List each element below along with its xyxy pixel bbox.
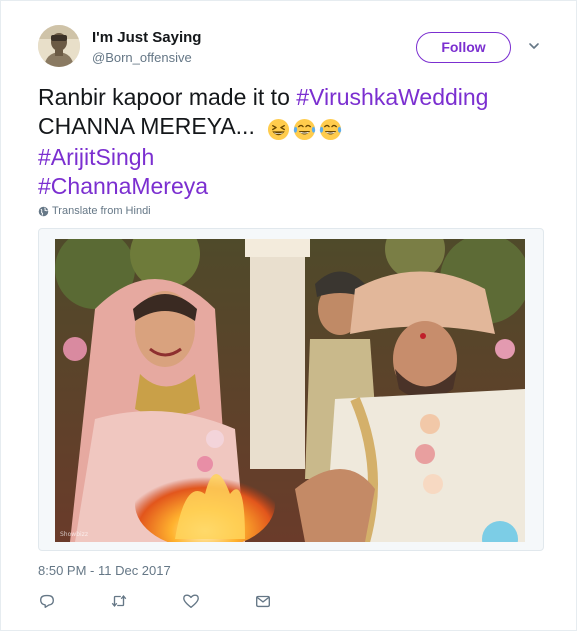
heart-icon: [183, 594, 199, 608]
avatar-image: [38, 25, 80, 67]
tweet-line-4: #ChannaMereya: [38, 172, 558, 201]
translate-label: Translate from Hindi: [52, 205, 151, 217]
message-icon: [256, 595, 270, 608]
hashtag-link-channamereya[interactable]: #ChannaMereya: [38, 173, 208, 199]
translate-link[interactable]: Translate from Hindi: [38, 205, 151, 217]
tweet-text: Ranbir kapoor made it to #VirushkaWeddin…: [38, 83, 558, 201]
media-card[interactable]: Showbizz: [38, 228, 544, 551]
user-handle[interactable]: @Born_offensive: [92, 50, 192, 65]
tweet-line-2: CHANNA MEREYA...: [38, 112, 558, 143]
like-button[interactable]: [182, 592, 202, 612]
direct-message-button[interactable]: [254, 592, 274, 612]
face-with-tears-of-joy-emoji: [294, 119, 316, 141]
wedding-photo-image: [55, 239, 525, 542]
grinning-squinting-face-emoji: [268, 119, 290, 141]
photo-watermark: Showbizz: [60, 531, 88, 538]
tweet-card: I'm Just Saying @Born_offensive Follow R…: [0, 0, 577, 631]
tweet-timestamp[interactable]: 8:50 PM - 11 Dec 2017: [38, 563, 171, 578]
chevron-down-icon[interactable]: [527, 39, 541, 53]
tweet-text-part: Ranbir kapoor made it to: [38, 84, 297, 110]
reply-button[interactable]: [38, 592, 58, 612]
tweet-line-3: #ArijitSingh: [38, 143, 558, 172]
hashtag-link-virushkawedding[interactable]: #VirushkaWedding: [296, 84, 488, 110]
user-avatar[interactable]: [38, 25, 80, 67]
retweet-icon: [111, 594, 127, 608]
display-name[interactable]: I'm Just Saying: [92, 29, 201, 46]
hashtag-link-arijitsingh[interactable]: #ArijitSingh: [38, 144, 154, 170]
emoji-group: [267, 114, 345, 143]
tweet-line-1: Ranbir kapoor made it to #VirushkaWeddin…: [38, 83, 558, 112]
globe-icon: [38, 206, 49, 216]
follow-button[interactable]: Follow: [416, 32, 511, 63]
face-with-tears-of-joy-emoji: [320, 119, 342, 141]
retweet-button[interactable]: [110, 592, 130, 612]
wedding-photo[interactable]: Showbizz: [55, 239, 525, 542]
tweet-text-part: CHANNA MEREYA...: [38, 113, 262, 139]
reply-icon: [40, 594, 54, 608]
